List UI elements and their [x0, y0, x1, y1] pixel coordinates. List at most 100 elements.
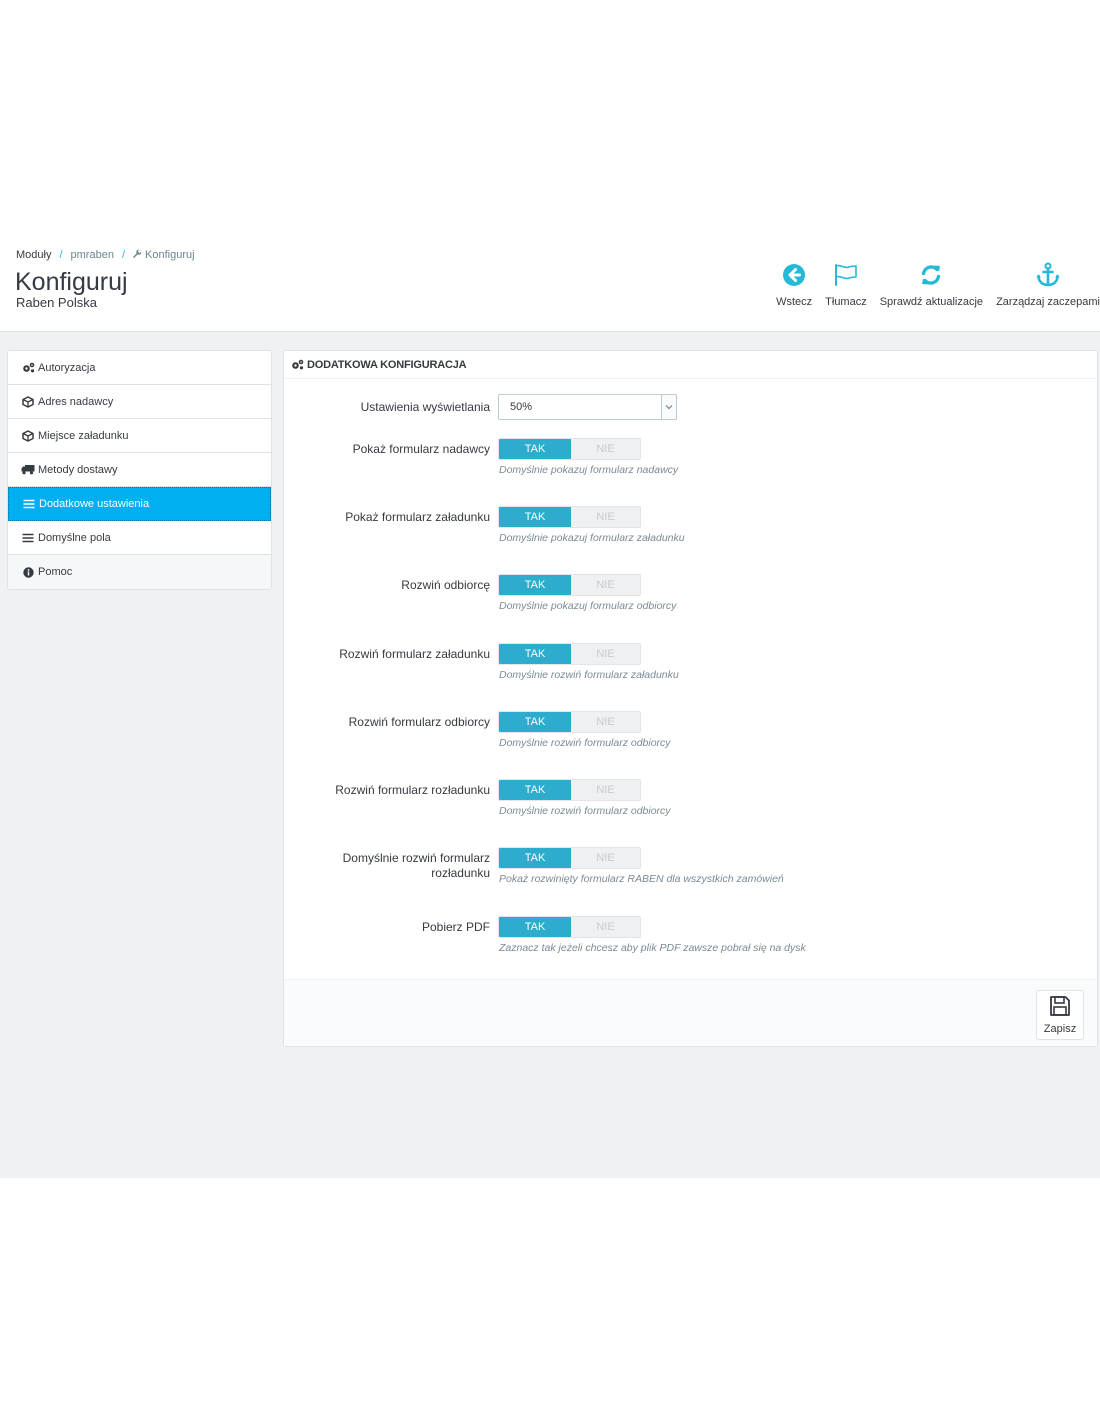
toggle-on-option[interactable]: TAK: [499, 575, 571, 595]
toggle-off-option[interactable]: NIE: [571, 712, 640, 732]
chevron-down-icon: [661, 394, 677, 420]
toggle-label: Rozwiń formularz odbiorcy: [348, 715, 490, 729]
panel-footer: Zapisz: [284, 979, 1097, 1046]
toggle-on-option[interactable]: TAK: [499, 507, 571, 527]
translate-label: Tłumacz: [825, 296, 867, 308]
toggle-off-option[interactable]: NIE: [571, 848, 640, 868]
cogs-icon: [291, 359, 304, 370]
sidebar-item-autoryzacja[interactable]: Autoryzacja: [8, 351, 271, 385]
config-panel: DODATKOWA KONFIGURACJA Ustawienia wyświe…: [283, 350, 1098, 1047]
sidebar-item-label: Autoryzacja: [38, 361, 96, 374]
breadcrumb: Moduły / pmraben / Konfiguruj: [16, 249, 195, 261]
toggle-off-option[interactable]: NIE: [571, 575, 640, 595]
sidebar-item-label: Metody dostawy: [38, 463, 118, 476]
page-header: Moduły / pmraben / Konfiguruj Konfiguruj…: [0, 240, 1100, 332]
list-icon: [21, 532, 35, 544]
help-text: Domyślnie rozwiń formularz załadunku: [499, 669, 679, 681]
toggle-on-option[interactable]: TAK: [499, 712, 571, 732]
main-content: Autoryzacja Adres nadawcy Miejsce załadu…: [0, 332, 1100, 1178]
sidebar-item-domyslne-pola[interactable]: Domyślne pola: [8, 521, 271, 555]
floppy-disk-icon: [1049, 995, 1071, 1020]
display-setting-select[interactable]: 50%: [498, 394, 677, 420]
sidebar-item-metody-dostawy[interactable]: Metody dostawy: [8, 453, 271, 487]
breadcrumb-modules[interactable]: Moduły: [16, 249, 51, 261]
toggle-switch[interactable]: TAK NIE: [498, 438, 641, 460]
list-icon: [22, 498, 36, 510]
toggle-switch[interactable]: TAK NIE: [498, 779, 641, 801]
cogs-icon: [21, 362, 35, 374]
arrow-left-circle-icon: [782, 260, 806, 290]
page-title: Konfiguruj: [15, 268, 128, 296]
toggle-off-option[interactable]: NIE: [571, 644, 640, 664]
toggle-switch[interactable]: TAK NIE: [498, 916, 641, 938]
check-updates-button[interactable]: Sprawdź aktualizacje: [880, 260, 983, 308]
toggle-label: Rozwiń formularz załadunku: [339, 647, 490, 661]
flag-icon: [833, 260, 859, 290]
refresh-icon: [919, 260, 943, 290]
sidebar-item-pomoc[interactable]: Pomoc: [8, 555, 271, 589]
toggle-on-option[interactable]: TAK: [499, 644, 571, 664]
manage-hooks-label: Zarządzaj zaczepami: [996, 296, 1100, 308]
toolbar: Wstecz Tłumacz Sprawdź aktualizacje Zarz…: [763, 260, 1100, 308]
toggle-switch[interactable]: TAK NIE: [498, 847, 641, 869]
help-text: Zaznacz tak jeżeli chcesz aby plik PDF z…: [499, 942, 806, 954]
toggle-label: Pobierz PDF: [421, 920, 490, 934]
toggle-on-option[interactable]: TAK: [499, 780, 571, 800]
page-subtitle: Raben Polska: [16, 295, 97, 310]
help-text: Domyślnie pokazuj formularz załadunku: [499, 532, 685, 544]
sidebar-item-label: Pomoc: [38, 566, 73, 578]
save-button[interactable]: Zapisz: [1036, 990, 1084, 1040]
toggle-label-line2: rozładunku: [431, 866, 490, 880]
panel-heading: DODATKOWA KONFIGURACJA: [284, 351, 1097, 379]
toggle-off-option[interactable]: NIE: [571, 507, 640, 527]
wrench-icon: [133, 249, 142, 261]
toggle-label: Rozwiń odbiorcę: [401, 578, 490, 592]
settings-sidebar: Autoryzacja Adres nadawcy Miejsce załadu…: [7, 350, 272, 590]
sidebar-item-label: Miejsce załadunku: [38, 429, 129, 442]
help-text: Domyślnie pokazuj formularz nadawcy: [499, 464, 679, 476]
sidebar-item-adres-nadawcy[interactable]: Adres nadawcy: [8, 385, 271, 419]
help-text: Domyślnie pokazuj formularz odbiorcy: [499, 600, 677, 612]
toggle-switch[interactable]: TAK NIE: [498, 643, 641, 665]
breadcrumb-separator: /: [59, 249, 63, 261]
help-text: Domyślnie rozwiń formularz odbiorcy: [499, 737, 671, 749]
info-circle-icon: [21, 566, 35, 578]
back-button[interactable]: Wstecz: [776, 260, 812, 308]
display-setting-value: 50%: [510, 401, 533, 413]
sidebar-item-dodatkowe-ustawienia[interactable]: Dodatkowe ustawienia: [8, 487, 271, 521]
toggle-label: Pokaż formularz nadawcy: [352, 442, 490, 456]
toggle-off-option[interactable]: NIE: [571, 917, 640, 937]
toggle-label-line1: Domyślnie rozwiń formularz: [342, 851, 490, 865]
check-updates-label: Sprawdź aktualizacje: [879, 296, 984, 308]
toggle-on-option[interactable]: TAK: [499, 848, 571, 868]
anchor-icon: [1035, 260, 1061, 290]
sidebar-item-label: Adres nadawcy: [38, 395, 114, 408]
toggle-switch[interactable]: TAK NIE: [498, 711, 641, 733]
toggle-on-option[interactable]: TAK: [499, 917, 571, 937]
cube-icon: [21, 395, 35, 408]
breadcrumb-module-name[interactable]: pmraben: [71, 249, 114, 261]
toggle-off-option[interactable]: NIE: [571, 439, 640, 459]
sidebar-item-label: Domyślne pola: [38, 531, 111, 544]
help-text: Domyślnie rozwiń formularz odbiorcy: [499, 805, 671, 817]
translate-button[interactable]: Tłumacz: [825, 260, 867, 308]
save-label: Zapisz: [1043, 1023, 1077, 1035]
help-text: Pokaż rozwinięty formularz RABEN dla wsz…: [499, 873, 784, 885]
breadcrumb-current: Konfiguruj: [145, 249, 195, 261]
manage-hooks-button[interactable]: Zarządzaj zaczepami: [996, 260, 1100, 308]
cube-icon: [21, 429, 35, 442]
display-setting-label: Ustawienia wyświetlania: [360, 400, 490, 414]
toggle-off-option[interactable]: NIE: [571, 780, 640, 800]
toggle-label: Rozwiń formularz rozładunku: [335, 783, 490, 797]
breadcrumb-separator: /: [121, 249, 126, 261]
toggle-on-option[interactable]: TAK: [499, 439, 571, 459]
back-label: Wstecz: [776, 296, 813, 308]
toggle-switch[interactable]: TAK NIE: [498, 574, 641, 596]
truck-icon: [21, 464, 35, 476]
sidebar-item-label: Dodatkowe ustawienia: [39, 498, 150, 510]
toggle-switch[interactable]: TAK NIE: [498, 506, 641, 528]
toggle-label: Domyślnie rozwiń formularz rozładunku: [290, 851, 490, 881]
sidebar-item-miejsce-zaladunku[interactable]: Miejsce załadunku: [8, 419, 271, 453]
panel-title: DODATKOWA KONFIGURACJA: [307, 358, 467, 371]
toggle-label: Pokaż formularz załadunku: [345, 510, 490, 524]
